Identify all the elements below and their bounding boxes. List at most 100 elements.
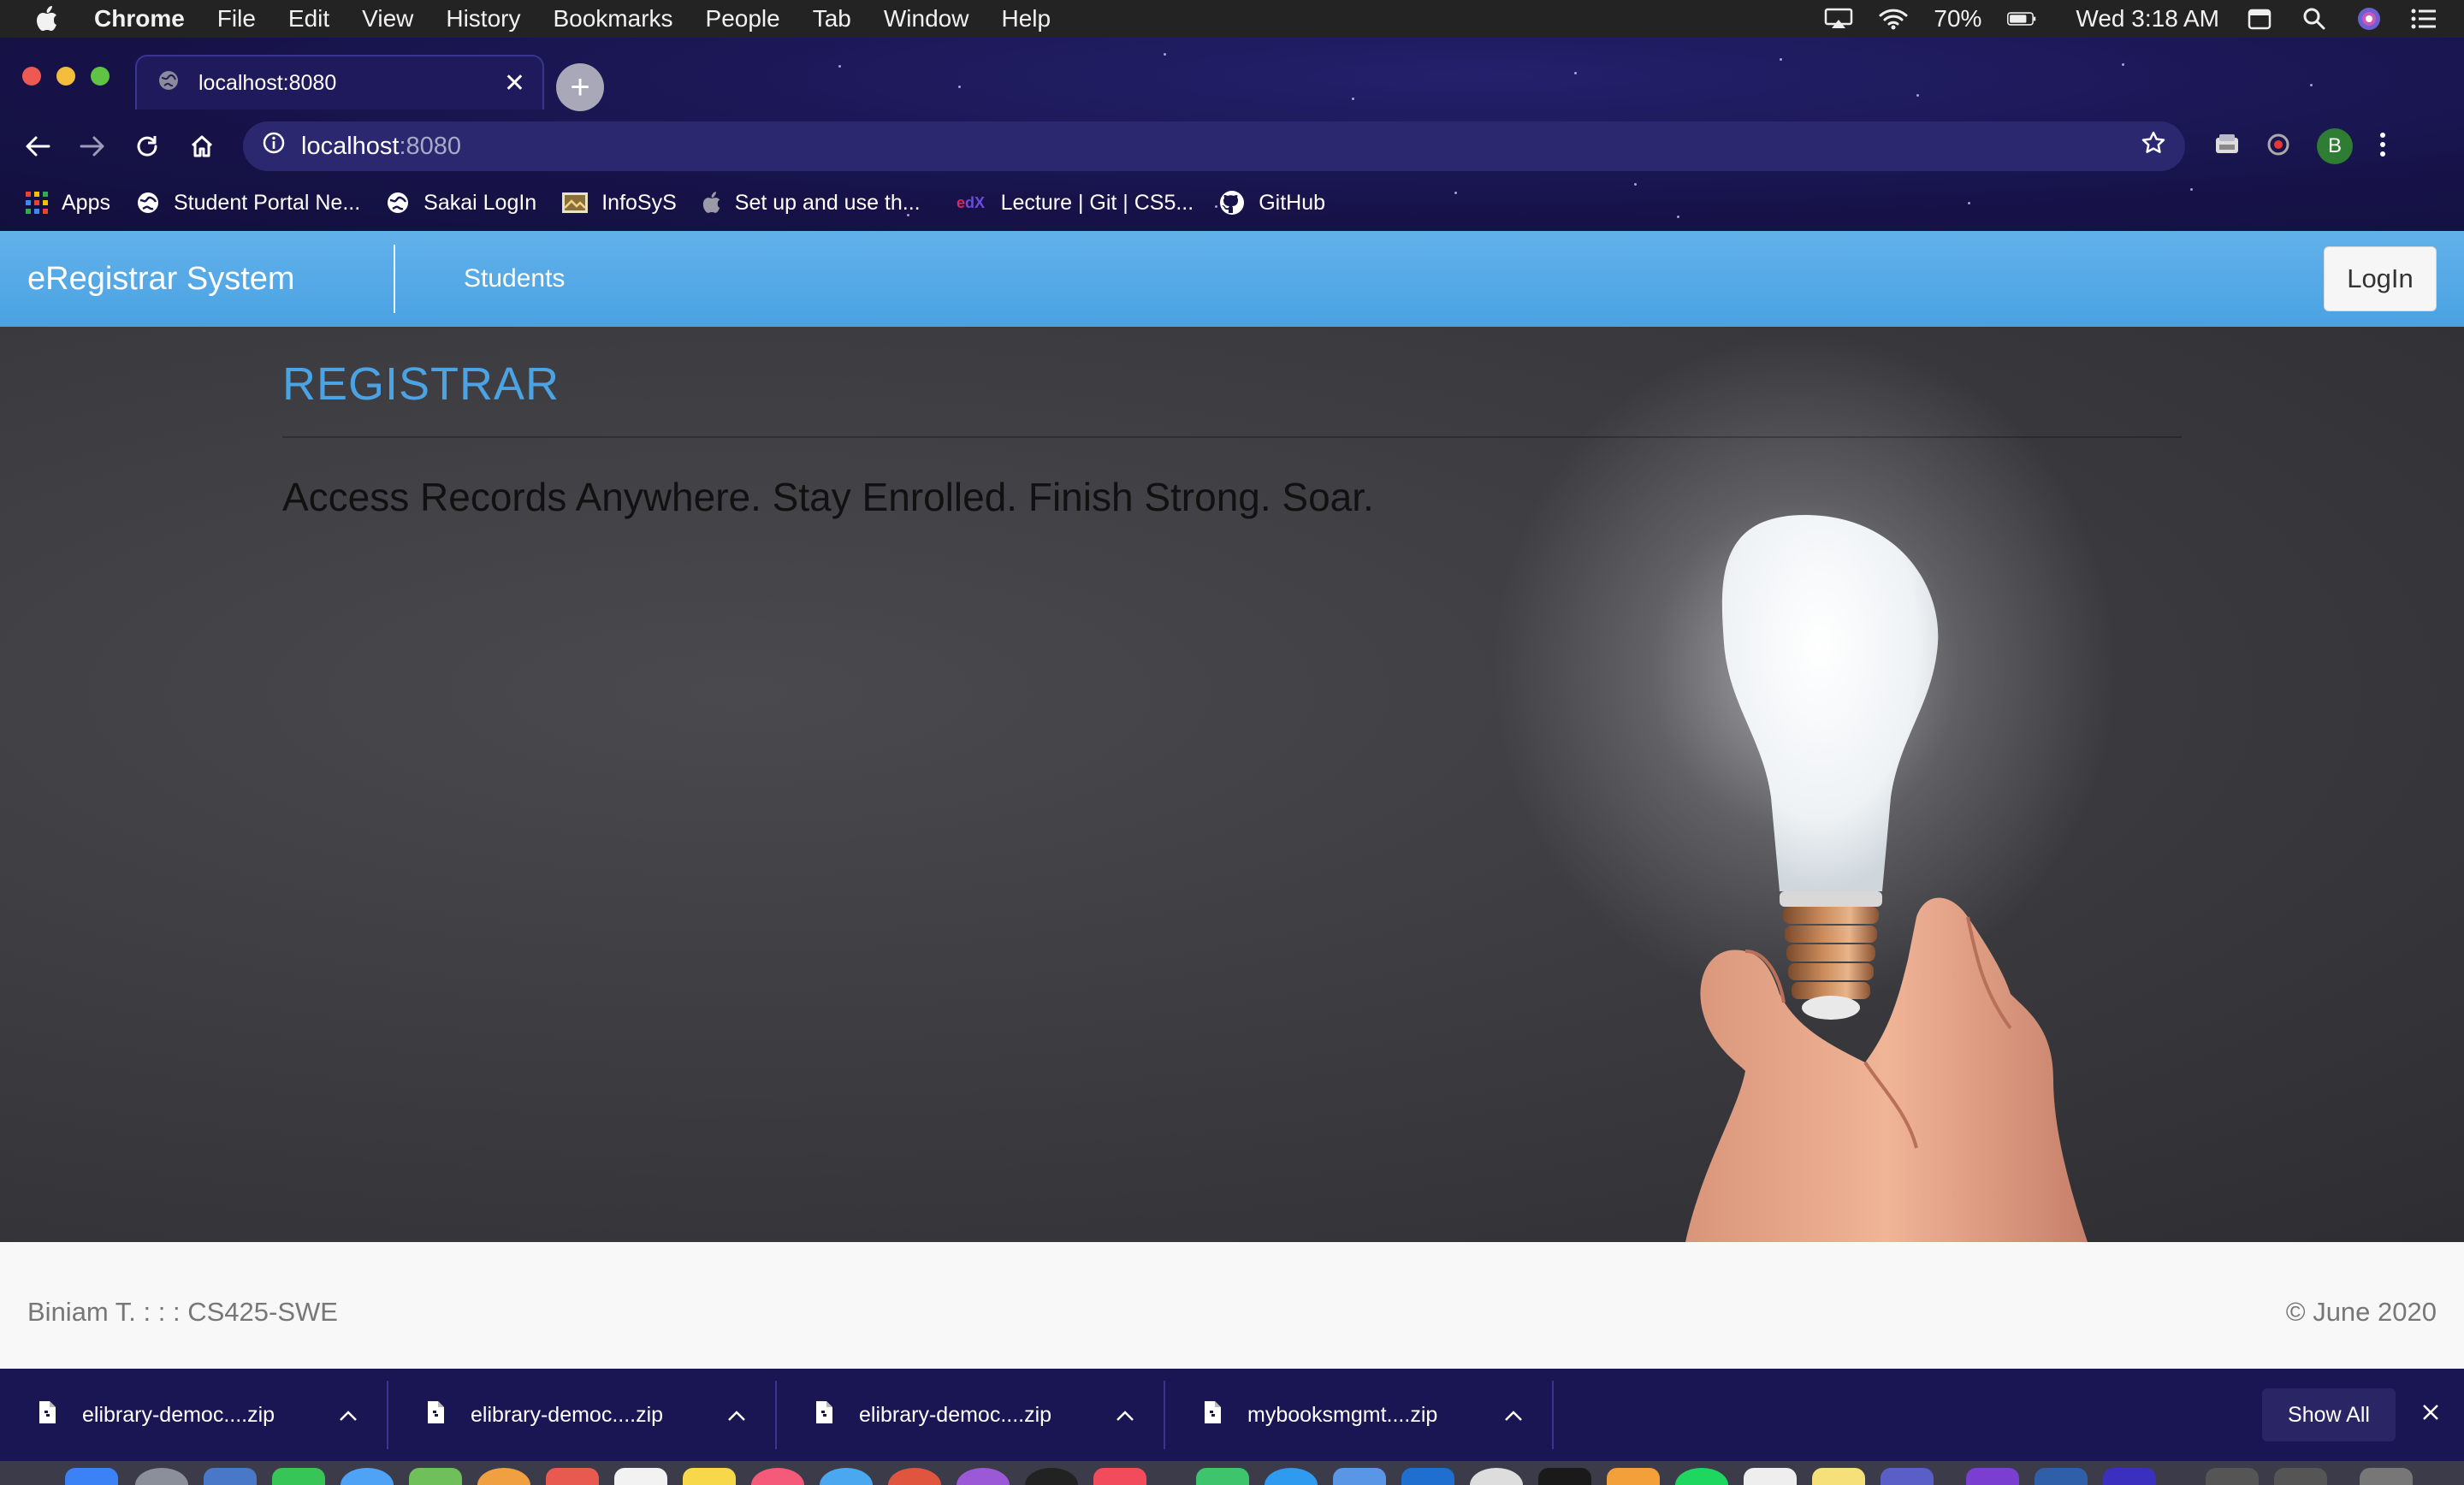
cast-extension-icon[interactable] <box>2214 133 2240 161</box>
profile-avatar[interactable]: B <box>2317 128 2353 164</box>
show-all-downloads-button[interactable]: Show All <box>2262 1388 2396 1441</box>
menu-people[interactable]: People <box>690 5 797 33</box>
dock-app-icon[interactable] <box>409 1468 462 1485</box>
menu-window[interactable]: Window <box>868 5 986 33</box>
menu-view[interactable]: View <box>346 5 429 33</box>
menubar-clock[interactable]: Wed 3:18 AM <box>2076 5 2219 33</box>
close-downloads-icon[interactable] <box>2421 1403 2440 1428</box>
bookmark-github[interactable]: GitHub <box>1219 190 1325 216</box>
dock-app-icon[interactable] <box>1744 1468 1797 1485</box>
dock-app-icon[interactable] <box>957 1468 1010 1485</box>
dock-app-icon[interactable] <box>2206 1468 2259 1485</box>
home-icon[interactable] <box>175 133 229 159</box>
kebab-menu-icon[interactable] <box>2378 131 2387 163</box>
dock-app-icon[interactable] <box>1538 1468 1591 1485</box>
apple-menu-icon[interactable] <box>0 6 94 32</box>
macos-menubar: Chrome File Edit View History Bookmarks … <box>0 0 2464 38</box>
bookmark-star-icon[interactable] <box>2141 130 2166 163</box>
dock-app-icon[interactable] <box>2274 1468 2327 1485</box>
menu-tab[interactable]: Tab <box>797 5 868 33</box>
page-footer: Biniam T. : : : CS425-SWE © June 2020 <box>0 1242 2464 1369</box>
dock-app-icon[interactable] <box>1607 1468 1660 1485</box>
address-bar[interactable]: localhost :8080 <box>243 121 2185 171</box>
battery-percent: 70% <box>1934 5 1982 32</box>
hero-title: REGISTRAR <box>282 358 560 410</box>
dock-app-icon[interactable] <box>477 1468 530 1485</box>
spotlight-search-icon[interactable] <box>2300 8 2329 30</box>
dock-app-icon[interactable] <box>272 1468 325 1485</box>
page-viewport: eRegistrar System Students LogIn REGISTR… <box>0 231 2464 1369</box>
dock-app-icon[interactable] <box>1881 1468 1934 1485</box>
menu-file[interactable]: File <box>201 5 272 33</box>
bookmark-label: Set up and use th... <box>734 190 921 215</box>
siri-icon[interactable] <box>2354 8 2384 30</box>
dock-app-icon[interactable] <box>341 1468 394 1485</box>
download-item[interactable]: elibrary-democ....zip <box>0 1381 388 1449</box>
dock-app-icon[interactable] <box>204 1468 257 1485</box>
dock-app-icon[interactable] <box>135 1468 188 1485</box>
forward-icon[interactable] <box>65 135 120 157</box>
maximize-window-button[interactable] <box>91 67 110 86</box>
back-icon[interactable] <box>10 135 65 157</box>
menu-history[interactable]: History <box>429 5 536 33</box>
calendar-widget-icon[interactable] <box>2245 8 2274 30</box>
dock-app-icon[interactable] <box>614 1468 667 1485</box>
recording-extension-icon[interactable] <box>2266 132 2291 162</box>
dock-app-icon[interactable] <box>751 1468 804 1485</box>
site-info-icon[interactable] <box>262 131 286 162</box>
nav-link-students[interactable]: Students <box>464 264 565 293</box>
dock-app-icon[interactable] <box>2103 1468 2156 1485</box>
dock-app-icon[interactable] <box>546 1468 599 1485</box>
download-filename: elibrary-democ....zip <box>471 1402 664 1427</box>
reload-icon[interactable] <box>120 133 175 159</box>
minimize-window-button[interactable] <box>56 67 75 86</box>
bookmark-apps[interactable]: Apps <box>26 191 110 216</box>
download-item[interactable]: elibrary-democ....zip <box>388 1381 777 1449</box>
chevron-up-icon[interactable] <box>727 1403 746 1428</box>
dock-app-icon[interactable] <box>1675 1468 1728 1485</box>
dock-app-icon[interactable] <box>1470 1468 1523 1485</box>
wifi-icon[interactable] <box>1879 8 1908 30</box>
download-item[interactable]: mybooksmgmt....zip <box>1165 1381 1554 1449</box>
dock-app-icon[interactable] <box>2360 1468 2413 1485</box>
chevron-up-icon[interactable] <box>339 1403 358 1428</box>
battery-icon[interactable] <box>2007 8 2036 30</box>
bookmark-lecture-git[interactable]: e dX Lecture | Git | CS5... <box>957 191 1194 216</box>
dock-app-icon[interactable] <box>1025 1468 1078 1485</box>
menu-edit[interactable]: Edit <box>272 5 346 33</box>
chevron-up-icon[interactable] <box>1504 1403 1523 1428</box>
browser-tab-active[interactable]: localhost:8080 ✕ <box>135 55 544 109</box>
dock-app-icon[interactable] <box>888 1468 941 1485</box>
dock-app-icon[interactable] <box>65 1468 118 1485</box>
menu-help[interactable]: Help <box>985 5 1067 33</box>
file-icon <box>426 1400 445 1430</box>
dock-app-icon[interactable] <box>1196 1468 1249 1485</box>
menu-chrome[interactable]: Chrome <box>94 5 201 33</box>
bookmark-sakai-login[interactable]: Sakai LogIn <box>386 191 536 216</box>
chevron-up-icon[interactable] <box>1116 1403 1134 1428</box>
bookmark-infosys[interactable]: InfoSyS <box>562 191 677 216</box>
dock-app-icon[interactable] <box>1265 1468 1318 1485</box>
dock-app-icon[interactable] <box>1966 1468 2019 1485</box>
dock-app-icon[interactable] <box>1333 1468 1386 1485</box>
bookmark-label: InfoSyS <box>601 190 677 215</box>
airplay-icon[interactable] <box>1824 8 1853 30</box>
menu-bookmarks[interactable]: Bookmarks <box>536 5 689 33</box>
dock-app-icon[interactable] <box>820 1468 873 1485</box>
dock-app-icon[interactable] <box>1093 1468 1146 1485</box>
github-icon <box>1219 190 1245 216</box>
dock-app-icon[interactable] <box>2035 1468 2088 1485</box>
download-item[interactable]: elibrary-democ....zip <box>777 1381 1165 1449</box>
notification-center-icon[interactable] <box>2409 8 2438 30</box>
dock-app-icon[interactable] <box>683 1468 736 1485</box>
close-window-button[interactable] <box>22 67 41 86</box>
brand-link[interactable]: eRegistrar System <box>27 261 394 298</box>
dock-app-icon[interactable] <box>1401 1468 1454 1485</box>
file-icon <box>1203 1400 1222 1430</box>
new-tab-button[interactable]: + <box>556 63 604 111</box>
bookmark-student-portal[interactable]: Student Portal Ne... <box>136 191 360 216</box>
bookmark-set-up-and-use[interactable]: Set up and use th... <box>702 191 921 216</box>
close-tab-icon[interactable]: ✕ <box>504 68 525 98</box>
login-button[interactable]: LogIn <box>2324 246 2437 311</box>
dock-app-icon[interactable] <box>1812 1468 1865 1485</box>
